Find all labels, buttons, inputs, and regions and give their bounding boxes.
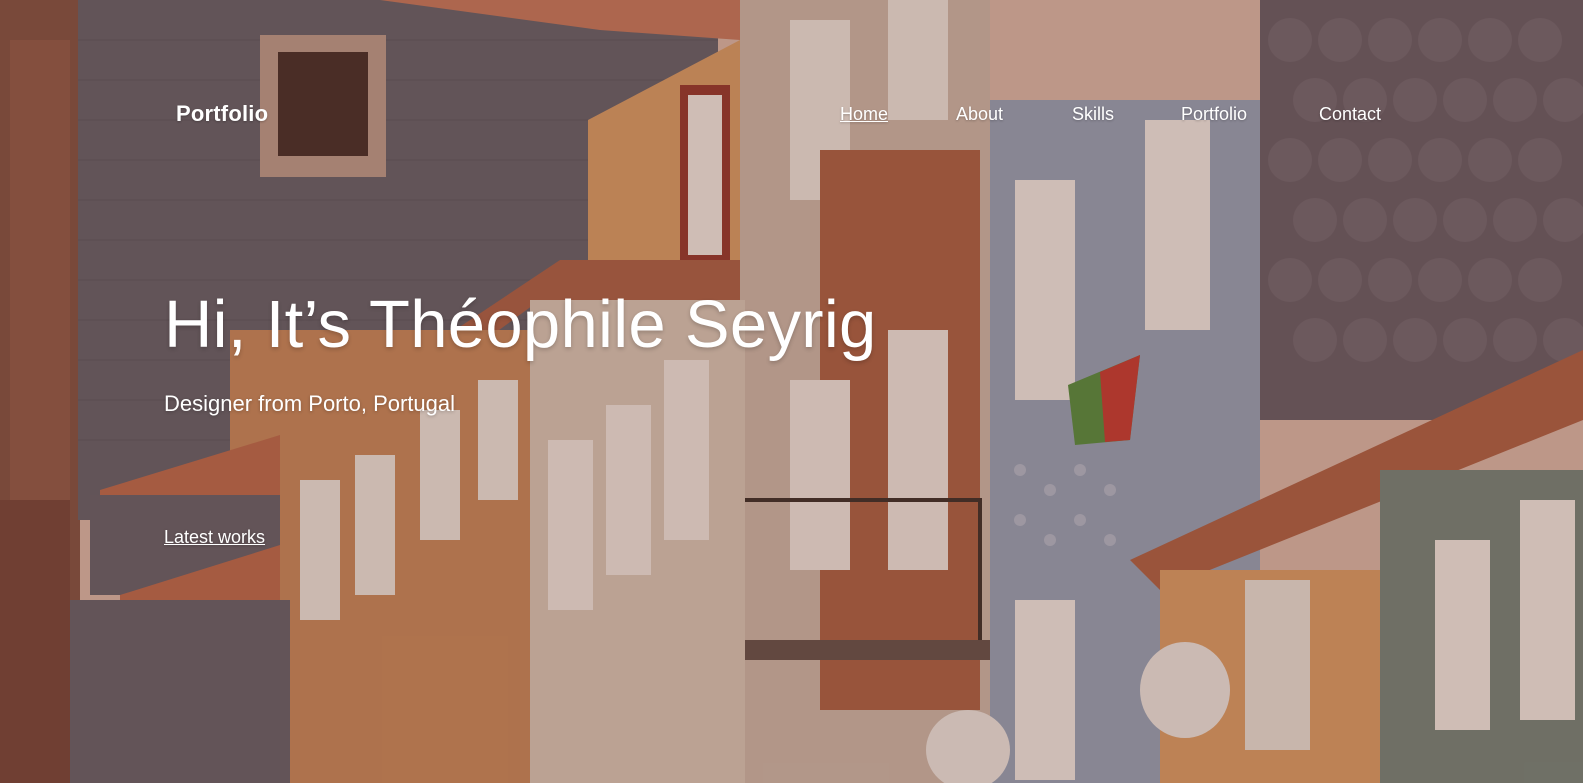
site-logo[interactable]: Portfolio	[176, 101, 268, 127]
nav-item-about[interactable]: About	[956, 104, 1003, 125]
hero-headline: Hi, It’s Théophile Seyrig	[164, 287, 877, 362]
nav-item-home[interactable]: Home	[840, 104, 888, 125]
latest-works-link[interactable]: Latest works	[164, 527, 265, 548]
nav-item-skills[interactable]: Skills	[1072, 104, 1114, 125]
nav-item-portfolio[interactable]: Portfolio	[1181, 104, 1247, 125]
hero-section: Portfolio Home About Skills Portfolio Co…	[0, 0, 1583, 783]
hero-subtitle: Designer from Porto, Portugal	[164, 391, 456, 416]
nav-item-contact[interactable]: Contact	[1319, 104, 1381, 125]
